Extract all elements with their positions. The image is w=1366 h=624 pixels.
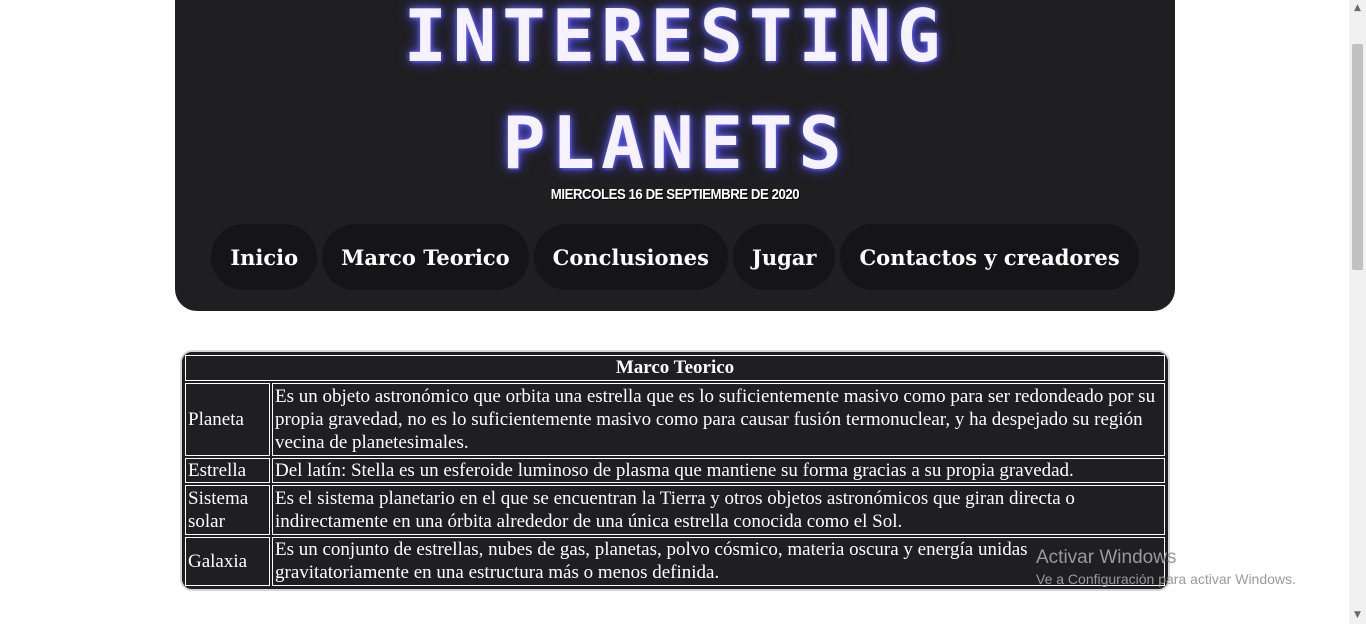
row-definition: Es un objeto astronómico que orbita una …	[272, 383, 1165, 456]
row-definition: Es un conjunto de estrellas, nubes de ga…	[272, 536, 1165, 586]
row-term: Planeta	[185, 383, 270, 456]
site-title-line2: PLANETS	[502, 101, 848, 185]
main-nav: Inicio Marco Teorico Conclusiones Jugar …	[175, 224, 1175, 290]
page-scrollbar[interactable]: ▲ ▼	[1349, 0, 1366, 624]
scroll-down-icon[interactable]: ▼	[1349, 607, 1366, 624]
nav-item-conclusiones[interactable]: Conclusiones	[533, 224, 728, 290]
table-row: Estrella Del latín: Stella es un esferoi…	[185, 457, 1165, 484]
scroll-thumb[interactable]	[1352, 44, 1363, 270]
nav-item-jugar[interactable]: Jugar	[732, 224, 836, 290]
table-row: Planeta Es un objeto astronómico que orb…	[185, 383, 1165, 456]
table-row: Sistema solar Es el sistema planetario e…	[185, 485, 1165, 535]
nav-item-contactos[interactable]: Contactos y creadores	[840, 224, 1139, 290]
row-term: Estrella	[185, 457, 270, 484]
row-term: Sistema solar	[185, 485, 270, 535]
header-date: MIERCOLES 16 DE SEPTIEMBRE DE 2020	[550, 186, 800, 203]
site-header: INTERESTING PLANETS MIERCOLES 16 DE SEPT…	[175, 0, 1175, 311]
table-caption: Marco Teorico	[185, 355, 1165, 381]
row-definition: Del latín: Stella es un esferoide lumino…	[272, 457, 1165, 484]
nav-item-inicio[interactable]: Inicio	[211, 224, 318, 290]
table-row: Galaxia Es un conjunto de estrellas, nub…	[185, 536, 1165, 586]
row-definition: Es el sistema planetario en el que se en…	[272, 485, 1165, 535]
scroll-up-icon[interactable]: ▲	[1349, 0, 1366, 17]
marco-teorico-table: Marco Teorico Planeta Es un objeto astro…	[180, 350, 1170, 591]
row-term: Galaxia	[185, 536, 270, 586]
site-title-line1: INTERESTING	[403, 0, 947, 78]
nav-item-marco-teorico[interactable]: Marco Teorico	[322, 224, 529, 290]
